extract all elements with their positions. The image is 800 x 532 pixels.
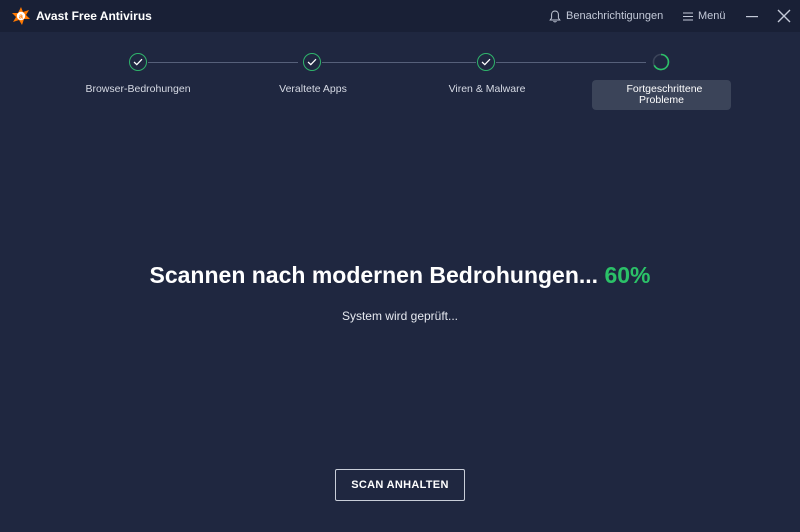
app-window: a Avast Free Antivirus Benachrichtigunge… <box>0 0 800 532</box>
hamburger-icon <box>683 12 693 20</box>
notifications-label: Benachrichtigungen <box>566 10 664 22</box>
close-icon[interactable] <box>775 7 793 25</box>
svg-text:a: a <box>19 14 23 21</box>
step-3-check <box>477 53 495 71</box>
scan-status-text: System wird geprüft... <box>341 309 459 323</box>
checkmark-icon <box>481 58 491 66</box>
loading-spinner-icon <box>652 53 670 71</box>
step-label-4: Fortgeschrittene Probleme <box>626 83 703 106</box>
stop-scan-button[interactable]: SCAN ANHALTEN <box>335 469 465 501</box>
scan-headline: Scannen nach modernen Bedrohungen... 60% <box>0 262 800 289</box>
avast-logo-icon: a <box>12 7 30 25</box>
minimize-icon[interactable] <box>744 8 760 24</box>
step-label-3: Viren & Malware <box>448 83 526 95</box>
step-label-4-active: Fortgeschrittene Probleme <box>592 80 731 110</box>
notifications-button[interactable]: Benachrichtigungen <box>549 8 663 24</box>
app-title: Avast Free Antivirus <box>36 9 152 23</box>
menu-label: Menü <box>698 10 726 22</box>
step-connector <box>148 62 298 63</box>
menu-button[interactable]: Menü <box>683 8 726 24</box>
scan-percent: 60% <box>604 262 651 288</box>
checkmark-icon <box>133 58 143 66</box>
step-2-check <box>303 53 321 71</box>
checkmark-icon <box>307 58 317 66</box>
step-connector <box>322 62 476 63</box>
step-label-2: Veraltete Apps <box>279 83 347 95</box>
step-label-1: Browser-Bedrohungen <box>85 83 191 95</box>
scan-headline-text: Scannen nach modernen Bedrohungen... <box>149 262 599 288</box>
step-1-check <box>129 53 147 71</box>
bell-icon <box>549 9 561 22</box>
step-connector <box>496 62 646 63</box>
title-bar: a Avast Free Antivirus Benachrichtigunge… <box>0 0 800 32</box>
